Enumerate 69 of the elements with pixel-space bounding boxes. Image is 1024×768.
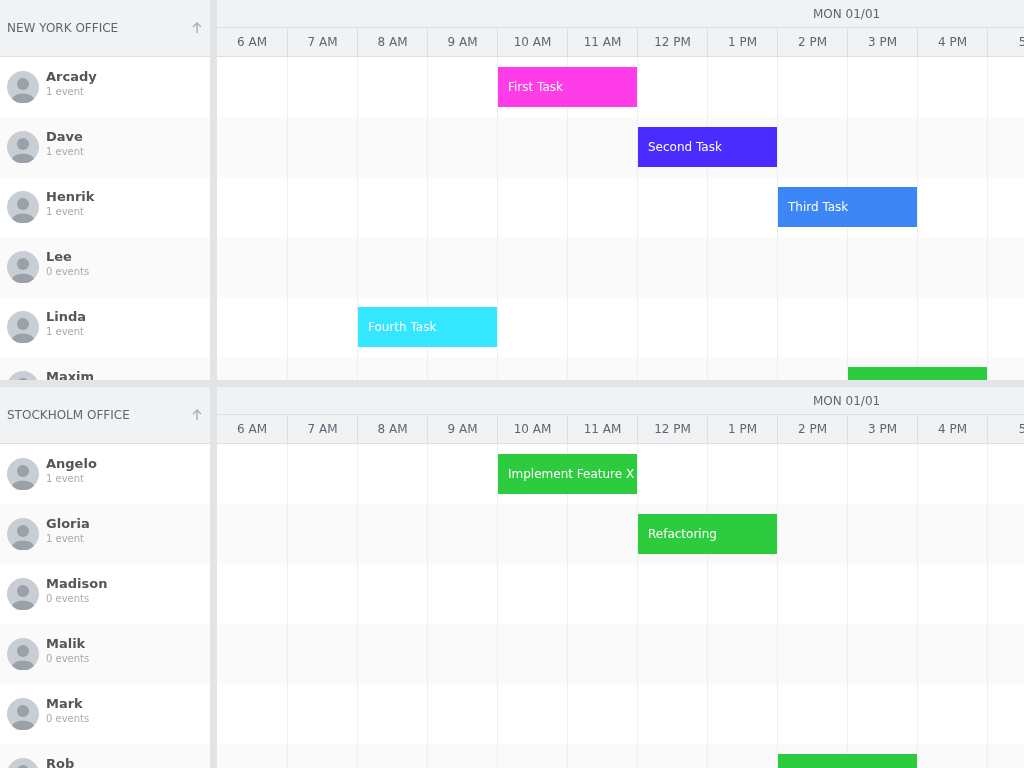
office-name: STOCKHOLM OFFICE <box>7 408 130 422</box>
event-count: 1 event <box>46 86 86 97</box>
hour-label: 6 AM <box>236 34 268 51</box>
avatar-icon <box>7 458 39 490</box>
day-label: MON 01/01 <box>813 6 881 21</box>
person-name: Gloria <box>46 516 90 531</box>
person-name: Madison <box>46 576 108 591</box>
event-count: 0 events <box>46 266 90 277</box>
hour-label: 11 AM <box>567 415 637 443</box>
avatar-icon <box>7 191 39 223</box>
hour-label: 12 PM <box>637 28 707 56</box>
person-name: Mark <box>46 696 84 711</box>
event-count: 1 event <box>46 326 86 337</box>
person-name: Lee <box>46 249 73 264</box>
hour-label: 2 PM <box>777 28 847 56</box>
avatar-icon <box>7 131 39 163</box>
hour-label: 7 AM <box>287 415 357 443</box>
sort-arrow-icon[interactable] <box>192 22 202 34</box>
person-name: Henrik <box>46 189 95 204</box>
event-count: 0 events <box>46 653 90 664</box>
hour-label: 9 AM <box>427 415 497 443</box>
hour-label: 6 AM <box>236 421 268 438</box>
column-header[interactable]: NEW YORK OFFICE <box>0 0 210 57</box>
event-bar[interactable]: Refactoring <box>638 514 777 554</box>
event-bar[interactable]: Implement Feature X <box>498 454 637 494</box>
event-count: 1 event <box>46 533 86 544</box>
avatar-icon <box>7 698 39 730</box>
event-count: 1 event <box>46 473 86 484</box>
hour-label: 10 AM <box>497 415 567 443</box>
person-name: Arcady <box>46 69 97 84</box>
hour-label: 4 PM <box>917 28 987 56</box>
day-label: MON 01/01 <box>813 393 881 408</box>
person-name: Rob <box>46 756 75 768</box>
office-name: NEW YORK OFFICE <box>7 21 119 35</box>
splitter[interactable] <box>0 380 1024 387</box>
event-count: 0 events <box>46 713 90 724</box>
person-name: Malik <box>46 636 87 651</box>
avatar-icon <box>7 578 39 610</box>
hour-label: 8 AM <box>357 415 427 443</box>
event-count: 1 event <box>46 206 86 217</box>
hour-label: 10 AM <box>497 28 567 56</box>
person-name: Linda <box>46 309 87 324</box>
person-name: Dave <box>46 129 84 144</box>
hour-label: 3 PM <box>847 415 917 443</box>
column-header[interactable]: STOCKHOLM OFFICE <box>0 387 210 444</box>
event-bar[interactable]: Second Task <box>638 127 777 167</box>
event-count: 0 events <box>46 593 91 604</box>
hour-label: 4 PM <box>917 415 987 443</box>
hour-label: 12 PM <box>637 415 707 443</box>
splitter[interactable] <box>210 0 217 380</box>
avatar-icon <box>7 518 39 550</box>
hour-label: 1 PM <box>707 28 777 56</box>
hour-label: 2 PM <box>777 415 847 443</box>
splitter[interactable] <box>210 387 217 768</box>
event-bar[interactable]: First Task <box>498 67 637 107</box>
hour-label: 7 AM <box>287 28 357 56</box>
hour-label: 8 AM <box>357 28 427 56</box>
hour-label: 11 AM <box>567 28 637 56</box>
person-name: Angelo <box>46 456 97 471</box>
event-count: 1 event <box>46 146 85 157</box>
avatar-icon <box>7 71 39 103</box>
event-bar[interactable]: Third Task <box>778 187 917 227</box>
sort-arrow-icon[interactable] <box>192 409 202 421</box>
hour-label: 9 AM <box>427 28 497 56</box>
avatar-icon <box>7 638 39 670</box>
avatar-icon <box>7 251 39 283</box>
avatar-icon <box>7 311 39 343</box>
hour-label: 1 PM <box>707 415 777 443</box>
hour-label: 3 PM <box>847 28 917 56</box>
